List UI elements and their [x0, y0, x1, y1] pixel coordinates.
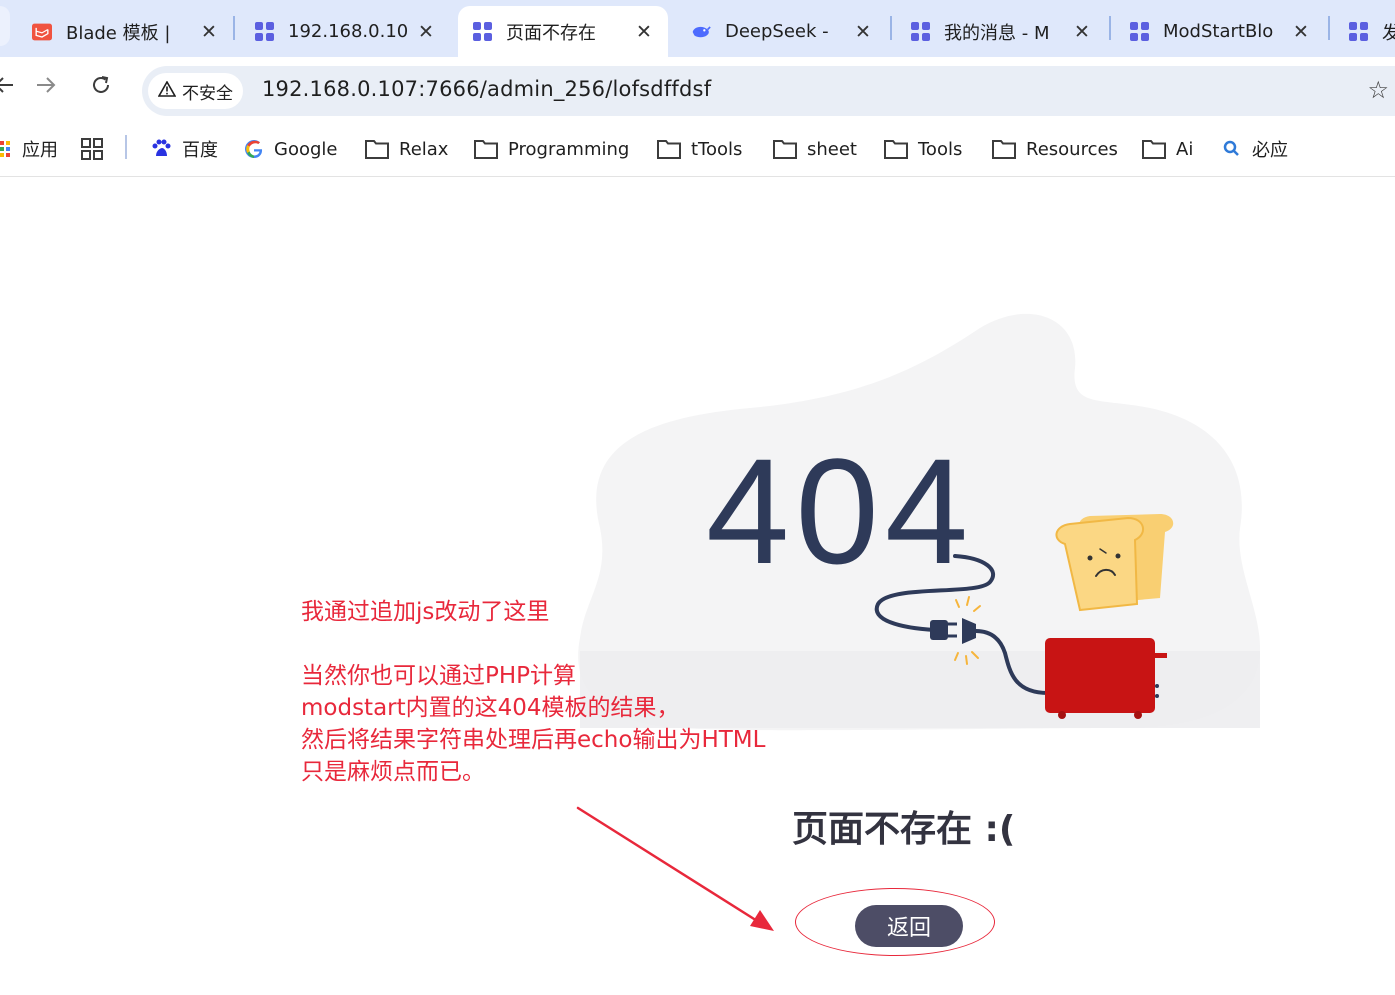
- tab-messages[interactable]: 我的消息 - M ✕: [896, 6, 1106, 57]
- forward-arrow-icon[interactable]: [28, 67, 64, 103]
- bookmark-label: Programming: [508, 138, 630, 160]
- tab-separator: [1328, 16, 1330, 40]
- bing-search-icon: [1222, 139, 1242, 159]
- bookmark-grid[interactable]: [80, 135, 114, 163]
- tab-separator: [1109, 16, 1111, 40]
- tab-partial[interactable]: 发: [1334, 6, 1395, 57]
- annotation-arrow-icon: [576, 806, 774, 931]
- bookmark-label: Ai: [1176, 138, 1194, 160]
- tab-title: 192.168.0.10: [288, 21, 409, 42]
- close-icon[interactable]: ✕: [632, 21, 656, 43]
- bookmark-baidu[interactable]: 百度: [150, 135, 218, 163]
- folder-icon: [474, 139, 498, 159]
- page-title: 页面不存在 :(: [792, 809, 1016, 850]
- bookmark-label: Resources: [1026, 138, 1118, 160]
- bookmark-apps[interactable]: 应用: [0, 135, 58, 163]
- annotation-line: 当然你也可以通过PHP计算: [301, 663, 577, 689]
- bookmark-folder-relax[interactable]: Relax: [365, 135, 448, 163]
- folder-icon: [1142, 139, 1166, 159]
- tab-separator: [890, 16, 892, 40]
- tab-page-not-found[interactable]: 页面不存在 ✕: [458, 6, 668, 57]
- toaster-icon: [1045, 638, 1167, 719]
- close-icon[interactable]: ✕: [1070, 21, 1094, 43]
- folder-icon: [365, 139, 389, 159]
- annotation-line: 只是麻烦点而已。: [301, 759, 485, 785]
- tab-deepseek[interactable]: DeepSeek - ✕: [677, 6, 887, 57]
- annotation-line: 然后将结果字符串处理后再echo输出为HTML: [301, 727, 766, 753]
- annotation-line: modstart内置的这404模板的结果，: [301, 695, 680, 721]
- bookmark-folder-resources[interactable]: Resources: [992, 135, 1118, 163]
- annotation-line: 我通过追加js改动了这里: [301, 599, 550, 625]
- url-text[interactable]: 192.168.0.107:7666/admin_256/lofsdffdsf: [262, 77, 711, 101]
- bookmark-label: Tools: [918, 138, 963, 160]
- close-icon[interactable]: ✕: [414, 21, 438, 43]
- bookmark-label: 百度: [182, 140, 218, 161]
- tab-blade[interactable]: Blade 模板 | ✕: [18, 6, 233, 57]
- folder-icon: [657, 139, 681, 159]
- warning-icon: [157, 79, 177, 102]
- bookmark-folder-ttools[interactable]: tTools: [657, 135, 742, 163]
- bookmark-label: tTools: [691, 138, 743, 160]
- back-button[interactable]: 返回: [855, 905, 963, 947]
- security-label: 不安全: [182, 83, 233, 104]
- bookmark-google[interactable]: Google: [244, 135, 337, 163]
- grid-icon: [1129, 22, 1149, 42]
- bookmarks-bar: 应用 百度 Google Relax Programming tTools sh…: [0, 121, 1395, 177]
- bookmark-folder-tools[interactable]: Tools: [884, 135, 962, 163]
- grid-icon: [254, 22, 274, 42]
- tab-title: 发: [1382, 22, 1395, 44]
- google-icon: [244, 139, 264, 159]
- back-arrow-icon[interactable]: [0, 67, 22, 103]
- tab-title: DeepSeek -: [725, 21, 829, 42]
- bookmark-label: 必应: [1252, 140, 1288, 161]
- address-bar[interactable]: 不安全 192.168.0.107:7666/admin_256/lofsdff…: [142, 66, 1395, 116]
- folder-icon: [884, 139, 908, 159]
- close-icon[interactable]: ✕: [851, 21, 875, 43]
- grid-icon: [80, 137, 104, 161]
- tab-title: ModStartBlo: [1163, 21, 1274, 42]
- error-code: 404: [706, 427, 975, 595]
- close-icon[interactable]: ✕: [1289, 21, 1313, 43]
- tab-strip: Blade 模板 | ✕ 192.168.0.10 ✕ 页面不存在 ✕ Deep…: [0, 0, 1395, 57]
- page-content: 404 我通过追加js改动了这里 当然你也可以通过PHP计算 modstart内…: [0, 178, 1395, 995]
- bookmark-label: Relax: [399, 138, 449, 160]
- grid-icon: [910, 22, 930, 42]
- tab-title: 页面不存在: [506, 22, 596, 44]
- bookmark-star-icon[interactable]: ☆: [1367, 76, 1389, 104]
- laravel-icon: [32, 22, 52, 42]
- tab-strip-edge: [0, 6, 10, 46]
- folder-icon: [773, 139, 797, 159]
- bookmark-folder-programming[interactable]: Programming: [474, 135, 629, 163]
- tab-separator: [233, 16, 235, 40]
- bookmark-label: sheet: [807, 138, 857, 160]
- tab-modstartblog[interactable]: ModStartBlo ✕: [1115, 6, 1325, 57]
- tab-title: 我的消息 - M: [944, 22, 1050, 44]
- bookmarks-separator: [125, 135, 127, 159]
- baidu-icon: [150, 138, 172, 160]
- tab-title: Blade 模板 |: [66, 22, 171, 44]
- annotation-text: 我通过追加js改动了这里 当然你也可以通过PHP计算 modstart内置的这4…: [301, 596, 765, 788]
- bookmark-label: 应用: [22, 140, 58, 161]
- bookmark-label: Google: [274, 138, 338, 160]
- grid-icon: [1348, 22, 1368, 42]
- grid-icon: [472, 22, 492, 42]
- security-chip[interactable]: 不安全: [148, 73, 243, 109]
- tab-192[interactable]: 192.168.0.10 ✕: [240, 6, 450, 57]
- bookmark-folder-sheet[interactable]: sheet: [773, 135, 857, 163]
- bookmark-bing[interactable]: 必应: [1222, 135, 1288, 163]
- folder-icon: [992, 139, 1016, 159]
- reload-icon[interactable]: [83, 67, 119, 103]
- browser-toolbar: 不安全 192.168.0.107:7666/admin_256/lofsdff…: [0, 57, 1395, 121]
- close-icon[interactable]: ✕: [197, 21, 221, 43]
- apps-icon: [0, 140, 12, 158]
- bookmark-folder-ai[interactable]: Ai: [1142, 135, 1193, 163]
- deepseek-icon: [691, 22, 711, 42]
